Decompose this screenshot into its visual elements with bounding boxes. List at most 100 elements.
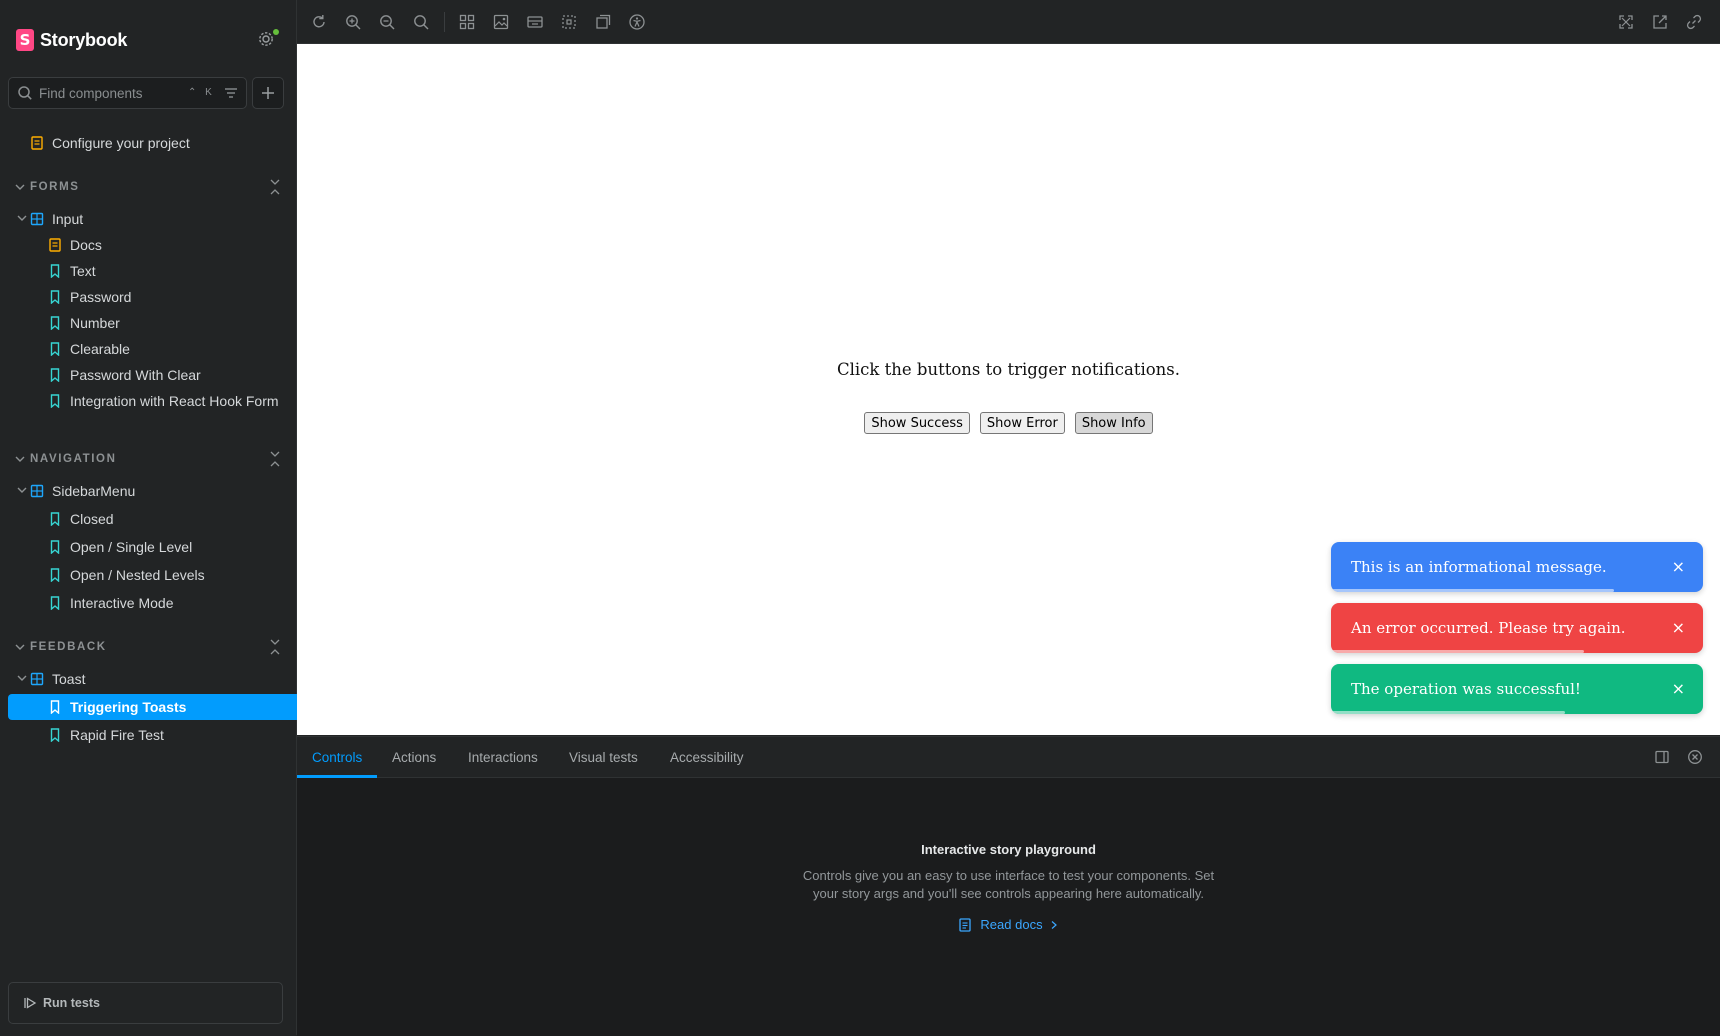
story-react-hook-form[interactable]: Integration with React Hook Form xyxy=(8,388,323,414)
empty-state-title: Interactive story playground xyxy=(921,842,1096,857)
fullscreen-icon[interactable] xyxy=(1617,13,1635,31)
section-title: NAVIGATION xyxy=(30,453,117,465)
story-label: Closed xyxy=(70,511,114,527)
show-error-button[interactable]: Show Error xyxy=(979,412,1065,434)
panel-orientation-icon[interactable] xyxy=(1654,749,1670,765)
collapse-all-icon[interactable] xyxy=(267,450,283,468)
story-text[interactable]: Text xyxy=(8,258,323,284)
component-input[interactable]: Input xyxy=(8,206,305,232)
section-title: FEEDBACK xyxy=(30,641,107,653)
settings-button[interactable] xyxy=(256,28,280,52)
search-input[interactable] xyxy=(37,84,191,102)
open-new-tab-icon[interactable] xyxy=(1651,13,1669,31)
bookmark-icon xyxy=(50,316,60,330)
story-open-single-level[interactable]: Open / Single Level xyxy=(8,534,323,560)
outline-icon[interactable] xyxy=(560,13,578,31)
bookmark-icon xyxy=(50,394,60,408)
story-number[interactable]: Number xyxy=(8,310,323,336)
background-icon[interactable] xyxy=(492,13,510,31)
chevron-down-icon xyxy=(17,675,27,681)
tab-interactions[interactable]: Interactions xyxy=(468,737,538,777)
section-navigation[interactable]: NAVIGATION xyxy=(8,448,283,470)
measure-icon[interactable] xyxy=(594,13,612,31)
toast-error: An error occurred. Please try again. × xyxy=(1331,603,1703,653)
chevron-down-icon xyxy=(15,184,25,190)
story-docs[interactable]: Docs xyxy=(8,232,323,258)
bookmark-icon xyxy=(50,540,60,554)
configure-label: Configure your project xyxy=(52,135,190,151)
close-icon[interactable]: × xyxy=(1672,679,1685,698)
controls-empty-state: Interactive story playground Controls gi… xyxy=(297,842,1720,937)
search-box[interactable]: ⌃ K xyxy=(8,77,247,109)
component-sidebarmenu[interactable]: SidebarMenu xyxy=(8,478,305,504)
tab-visual-tests[interactable]: Visual tests xyxy=(569,737,638,777)
bookmark-icon xyxy=(50,700,60,714)
bookmark-icon xyxy=(50,728,60,742)
show-success-button[interactable]: Show Success xyxy=(864,412,970,434)
story-label: Interactive Mode xyxy=(70,595,174,611)
component-icon xyxy=(30,484,44,498)
tab-accessibility[interactable]: Accessibility xyxy=(670,737,744,777)
close-icon[interactable]: × xyxy=(1672,618,1685,637)
toast-message: This is an informational message. xyxy=(1351,558,1607,576)
bookmark-icon xyxy=(50,568,60,582)
chevron-down-icon xyxy=(15,456,25,462)
chevron-down-icon xyxy=(17,487,27,493)
grid-icon[interactable] xyxy=(458,13,476,31)
accessibility-icon[interactable] xyxy=(628,13,646,31)
zoom-in-icon[interactable] xyxy=(344,13,362,31)
collapse-all-icon[interactable] xyxy=(267,178,283,196)
toast-progress-bar xyxy=(1331,589,1614,592)
bookmark-icon xyxy=(50,264,60,278)
toast-message: An error occurred. Please try again. xyxy=(1351,619,1626,637)
close-icon[interactable]: × xyxy=(1672,557,1685,576)
zoom-out-icon[interactable] xyxy=(378,13,396,31)
bookmark-icon xyxy=(50,512,60,526)
storybook-brand[interactable]: S Storybook xyxy=(16,27,127,53)
viewport-icon[interactable] xyxy=(526,13,544,31)
section-title: FORMS xyxy=(30,181,80,193)
story-password-with-clear[interactable]: Password With Clear xyxy=(8,362,323,388)
story-label: Password With Clear xyxy=(70,367,201,383)
story-rapid-fire-test[interactable]: Rapid Fire Test xyxy=(8,722,323,748)
tab-controls[interactable]: Controls xyxy=(296,737,378,778)
toast-progress-bar xyxy=(1331,650,1584,653)
story-label: Password xyxy=(70,289,132,305)
read-docs-link[interactable]: Read docs xyxy=(958,917,1058,932)
section-forms[interactable]: FORMS xyxy=(8,176,283,198)
story-clearable[interactable]: Clearable xyxy=(8,336,323,362)
preview-toolbar xyxy=(297,0,1720,44)
story-triggering-toasts[interactable]: Triggering Toasts xyxy=(8,694,323,720)
addon-panel: Controls Actions Interactions Visual tes… xyxy=(296,736,1720,1036)
story-interactive-mode[interactable]: Interactive Mode xyxy=(8,590,323,616)
collapse-all-icon[interactable] xyxy=(267,638,283,656)
close-panel-icon[interactable] xyxy=(1687,749,1703,765)
configure-project-link[interactable]: Configure your project xyxy=(8,130,305,156)
bookmark-icon xyxy=(50,290,60,304)
component-label: SidebarMenu xyxy=(52,483,136,499)
reload-icon[interactable] xyxy=(310,13,328,31)
copy-link-icon[interactable] xyxy=(1685,13,1703,31)
story-open-nested-levels[interactable]: Open / Nested Levels xyxy=(8,562,323,588)
zoom-reset-icon[interactable] xyxy=(412,13,430,31)
section-feedback[interactable]: FEEDBACK xyxy=(8,636,283,658)
document-icon xyxy=(31,136,43,150)
add-button[interactable] xyxy=(252,77,284,109)
chevron-down-icon xyxy=(15,644,25,650)
tab-actions[interactable]: Actions xyxy=(392,737,436,777)
empty-state-description: Controls give you an easy to use interfa… xyxy=(802,868,1215,901)
filter-icon[interactable] xyxy=(223,85,239,101)
show-info-button[interactable]: Show Info xyxy=(1074,412,1153,434)
component-toast[interactable]: Toast xyxy=(8,666,305,692)
story-closed[interactable]: Closed xyxy=(8,506,323,532)
run-tests-button[interactable]: Run tests xyxy=(8,982,283,1024)
story-label: Text xyxy=(70,263,96,279)
story-label: Triggering Toasts xyxy=(70,699,187,715)
update-indicator xyxy=(273,29,279,35)
toolbar-divider xyxy=(444,12,445,32)
story-label: Clearable xyxy=(70,341,130,357)
story-password[interactable]: Password xyxy=(8,284,323,310)
play-icon xyxy=(24,997,37,1009)
search-icon xyxy=(18,86,32,100)
sidebar: S Storybook ⌃ K xyxy=(0,0,323,1035)
